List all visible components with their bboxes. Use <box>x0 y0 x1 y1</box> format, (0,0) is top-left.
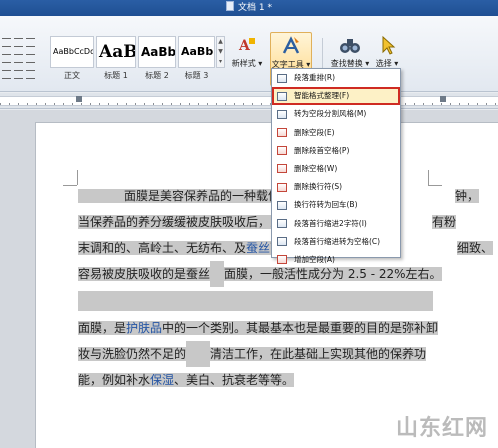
title-bar: 文档 1 * <box>0 0 498 16</box>
silk-link[interactable]: 蚕丝 <box>246 241 271 255</box>
shading-icon[interactable] <box>26 70 35 79</box>
split-style-icon <box>277 109 287 119</box>
menu-item-first-line-indent[interactable]: 段落首行缩进2字符(I) <box>272 215 400 233</box>
new-style-label: 新样式 ▾ <box>231 59 263 68</box>
new-style-icon: A <box>236 34 258 56</box>
menu-item-delete-line-breaks[interactable]: 删除换行符(S) <box>272 178 400 196</box>
style-normal[interactable]: AaBbCcDd <box>50 36 94 68</box>
text-tools-icon <box>280 35 302 57</box>
paragraph-tools <box>0 38 44 86</box>
line-spacing-icon[interactable] <box>2 70 11 79</box>
moisturize-link[interactable]: 保湿 <box>150 373 175 387</box>
reflow-icon <box>277 73 287 83</box>
menu-item-delete-spaces[interactable]: 删除空格(W) <box>272 160 400 178</box>
align-right-icon[interactable] <box>26 54 35 63</box>
cursor-arrow-icon <box>376 34 398 56</box>
text-tools-menu: 段落重排(R) 智能格式整理(F) 转为空段分割风格(M) 删除空段(E) 删除… <box>271 68 401 265</box>
indent-icon[interactable] <box>26 38 35 47</box>
style-heading1-label: 标题 1 <box>104 71 128 80</box>
menu-item-delete-leading-spaces[interactable]: 删除段首空格(P) <box>272 142 400 160</box>
window-title: 文档 1 * <box>238 3 272 13</box>
ribbon-toolbar: AaBbCcDd 正文 AaB 标题 1 AaBb( 标题 2 AaBb( 标题… <box>0 16 498 92</box>
document-icon <box>226 1 235 11</box>
paragraph-line: 妆与洗脸仍然不足的 清洁工作，在此基础上实现其他的保养功 <box>78 341 498 367</box>
menu-item-smart-format[interactable]: 智能格式整理(F) <box>272 87 400 106</box>
delete-space-icon <box>277 164 287 174</box>
ruler-scale <box>0 96 498 106</box>
paragraph-line: 面膜，是护肤品中的一个类别。其最基本也是最重要的目的是弥补卸 <box>78 321 439 335</box>
style-gallery-scroll[interactable]: ▲ ▼ ▾ <box>216 36 225 68</box>
menu-item-reflow-paragraph[interactable]: 段落重排(R) <box>272 69 400 87</box>
delete-empty-para-icon <box>277 128 287 138</box>
align-center-icon[interactable] <box>14 54 23 63</box>
style-heading3-label: 标题 3 <box>184 71 209 80</box>
paragraph-2[interactable]: 面膜，是护肤品中的一个类别。其最基本也是最重要的目的是弥补卸 妆与洗脸仍然不足的… <box>78 315 498 393</box>
numbered-list-icon[interactable] <box>14 38 23 47</box>
ruler-indent-marker[interactable] <box>76 96 82 102</box>
indent-to-space-icon <box>277 237 287 247</box>
smart-format-icon <box>277 91 287 101</box>
line-break-convert-icon <box>277 200 287 210</box>
first-line-indent-icon <box>277 219 287 228</box>
style-normal-label: 正文 <box>64 71 80 80</box>
menu-item-add-empty-para[interactable]: 增加空段(A) <box>272 251 400 269</box>
style-heading2[interactable]: AaBb( <box>138 36 176 68</box>
menu-item-delete-empty-para[interactable]: 删除空段(E) <box>272 124 400 142</box>
empty-line-selection <box>78 291 433 311</box>
watermark-logo: 山东红网 <box>395 415 488 441</box>
paragraph-line: 能，例如补水保湿、美白、抗衰老等等。 <box>78 373 295 387</box>
crop-mark <box>63 185 77 186</box>
add-empty-para-icon <box>277 255 287 265</box>
binoculars-icon <box>339 34 361 56</box>
border-icon[interactable] <box>14 70 23 79</box>
skincare-link[interactable]: 护肤品 <box>126 321 163 335</box>
bullet-list-icon[interactable] <box>2 38 11 47</box>
ruler-right-marker[interactable] <box>440 96 446 102</box>
select-label: 选择 ▾ <box>375 59 399 68</box>
new-style-button[interactable]: A 新样式 ▾ <box>230 34 264 69</box>
style-heading2-label: 标题 2 <box>145 71 169 80</box>
horizontal-ruler[interactable] <box>0 93 498 109</box>
delete-leading-space-icon <box>277 146 287 156</box>
select-button[interactable]: 选择 ▾ <box>372 34 402 69</box>
menu-item-line-break-to-return[interactable]: 换行符转为回车(B) <box>272 196 400 214</box>
delete-line-break-icon <box>277 182 287 192</box>
align-left-icon[interactable] <box>2 54 11 63</box>
find-replace-button[interactable]: 查找替换 ▾ <box>330 34 370 69</box>
menu-item-indent-to-spaces[interactable]: 段落首行缩进转为空格(C) <box>272 233 400 251</box>
style-heading1[interactable]: AaB <box>96 36 136 68</box>
find-replace-label: 查找替换 ▾ <box>330 59 370 68</box>
menu-item-empty-para-style[interactable]: 转为空段分割风格(M) <box>272 105 400 123</box>
style-heading3[interactable]: AaBb( <box>178 36 215 68</box>
